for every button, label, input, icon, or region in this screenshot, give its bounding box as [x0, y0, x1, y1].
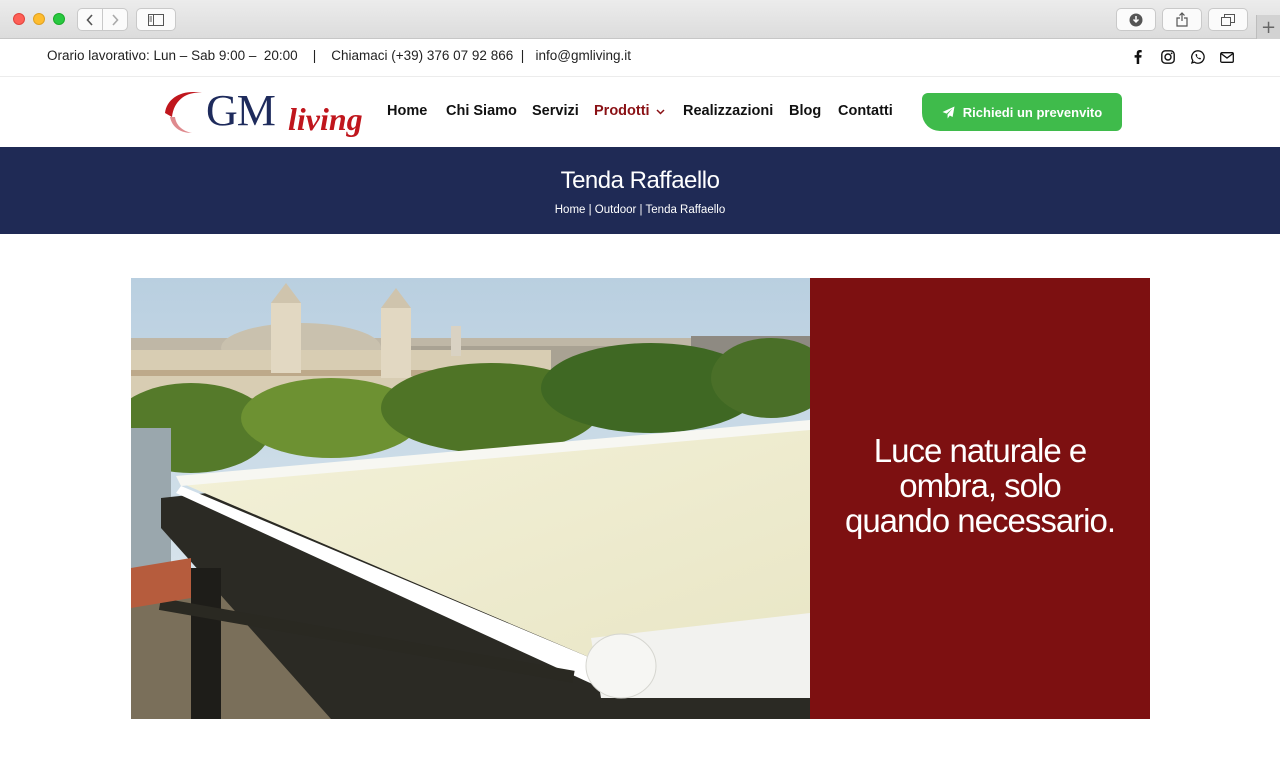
- logo-swoosh-icon: [165, 91, 202, 133]
- site-header: GM living Home Chi Siamo Servizi Prodott…: [0, 77, 1280, 147]
- forward-button[interactable]: [103, 9, 127, 30]
- awning-photo-image: [131, 278, 810, 719]
- share-icon: [1176, 12, 1188, 27]
- logo-living-text: living: [288, 101, 363, 137]
- request-quote-label: Richiedi un prevenvito: [962, 104, 1103, 120]
- separator: |: [520, 48, 525, 63]
- menu-item-prodotti[interactable]: Prodotti: [594, 103, 665, 119]
- feature-panel: Luce naturale e ombra, solo quando neces…: [810, 278, 1150, 719]
- back-button[interactable]: [78, 9, 103, 30]
- mail-icon[interactable]: [1219, 49, 1235, 65]
- chevron-down-icon: [656, 103, 665, 119]
- tab-overview-button[interactable]: [1208, 8, 1248, 31]
- breadcrumb: Home | Outdoor | Tenda Raffaello: [554, 204, 726, 216]
- logo-gm-text: GM: [206, 86, 276, 135]
- menu-item-servizi[interactable]: Servizi: [532, 103, 579, 119]
- whatsapp-icon[interactable]: [1190, 49, 1206, 65]
- request-quote-button[interactable]: Richiedi un prevenvito: [922, 93, 1122, 131]
- paper-plane-icon: [942, 106, 955, 118]
- chevron-right-icon: [112, 13, 119, 26]
- zoom-window-button[interactable]: [53, 13, 65, 25]
- page-title-band: Tenda Raffaello Home | Outdoor | Tenda R…: [0, 147, 1280, 234]
- page-title: Tenda Raffaello: [560, 167, 720, 194]
- downloads-button[interactable]: [1116, 8, 1156, 31]
- email-link[interactable]: info@gmliving.it: [536, 48, 632, 63]
- close-window-button[interactable]: [13, 13, 25, 25]
- chevron-left-icon: [86, 13, 93, 26]
- working-hours: Orario lavorativo: Lun – Sab 9:00 – 20:0…: [47, 48, 298, 63]
- new-tab-button[interactable]: +: [1256, 15, 1280, 39]
- tagline-line-3: quando necessario.: [844, 502, 1116, 539]
- history-nav: [77, 8, 128, 31]
- phone-link[interactable]: Chiamaci (+39) 376 07 92 866: [331, 48, 513, 63]
- menu-item-chi-siamo[interactable]: Chi Siamo: [446, 103, 517, 119]
- menu-item-home[interactable]: Home: [387, 103, 427, 119]
- product-photo: [131, 278, 810, 719]
- share-button[interactable]: [1162, 8, 1202, 31]
- tagline-line-1: Luce naturale e: [873, 432, 1088, 469]
- download-icon: [1129, 13, 1143, 26]
- menu-item-prodotti-label: Prodotti: [594, 103, 650, 119]
- tagline-line-2: ombra, solo: [899, 467, 1061, 504]
- facebook-icon[interactable]: [1130, 49, 1146, 65]
- tabs-icon: [1221, 13, 1235, 26]
- menu-item-blog[interactable]: Blog: [789, 103, 821, 119]
- separator: |: [312, 48, 317, 63]
- menu-item-realizzazioni[interactable]: Realizzazioni: [683, 103, 773, 119]
- sidebar-icon: [148, 13, 164, 26]
- gm-living-logo[interactable]: GM living: [162, 86, 363, 139]
- sidebar-toggle-button[interactable]: [136, 8, 176, 31]
- minimize-window-button[interactable]: [33, 13, 45, 25]
- contact-info: Orario lavorativo: Lun – Sab 9:00 – 20:0…: [47, 48, 631, 63]
- browser-toolbar: +: [0, 0, 1280, 39]
- feature-tagline: Luce naturale e ombra, solo quando neces…: [810, 433, 1150, 538]
- instagram-icon[interactable]: [1160, 49, 1176, 65]
- menu-item-contatti[interactable]: Contatti: [838, 103, 893, 119]
- top-info-bar: Orario lavorativo: Lun – Sab 9:00 – 20:0…: [0, 39, 1280, 77]
